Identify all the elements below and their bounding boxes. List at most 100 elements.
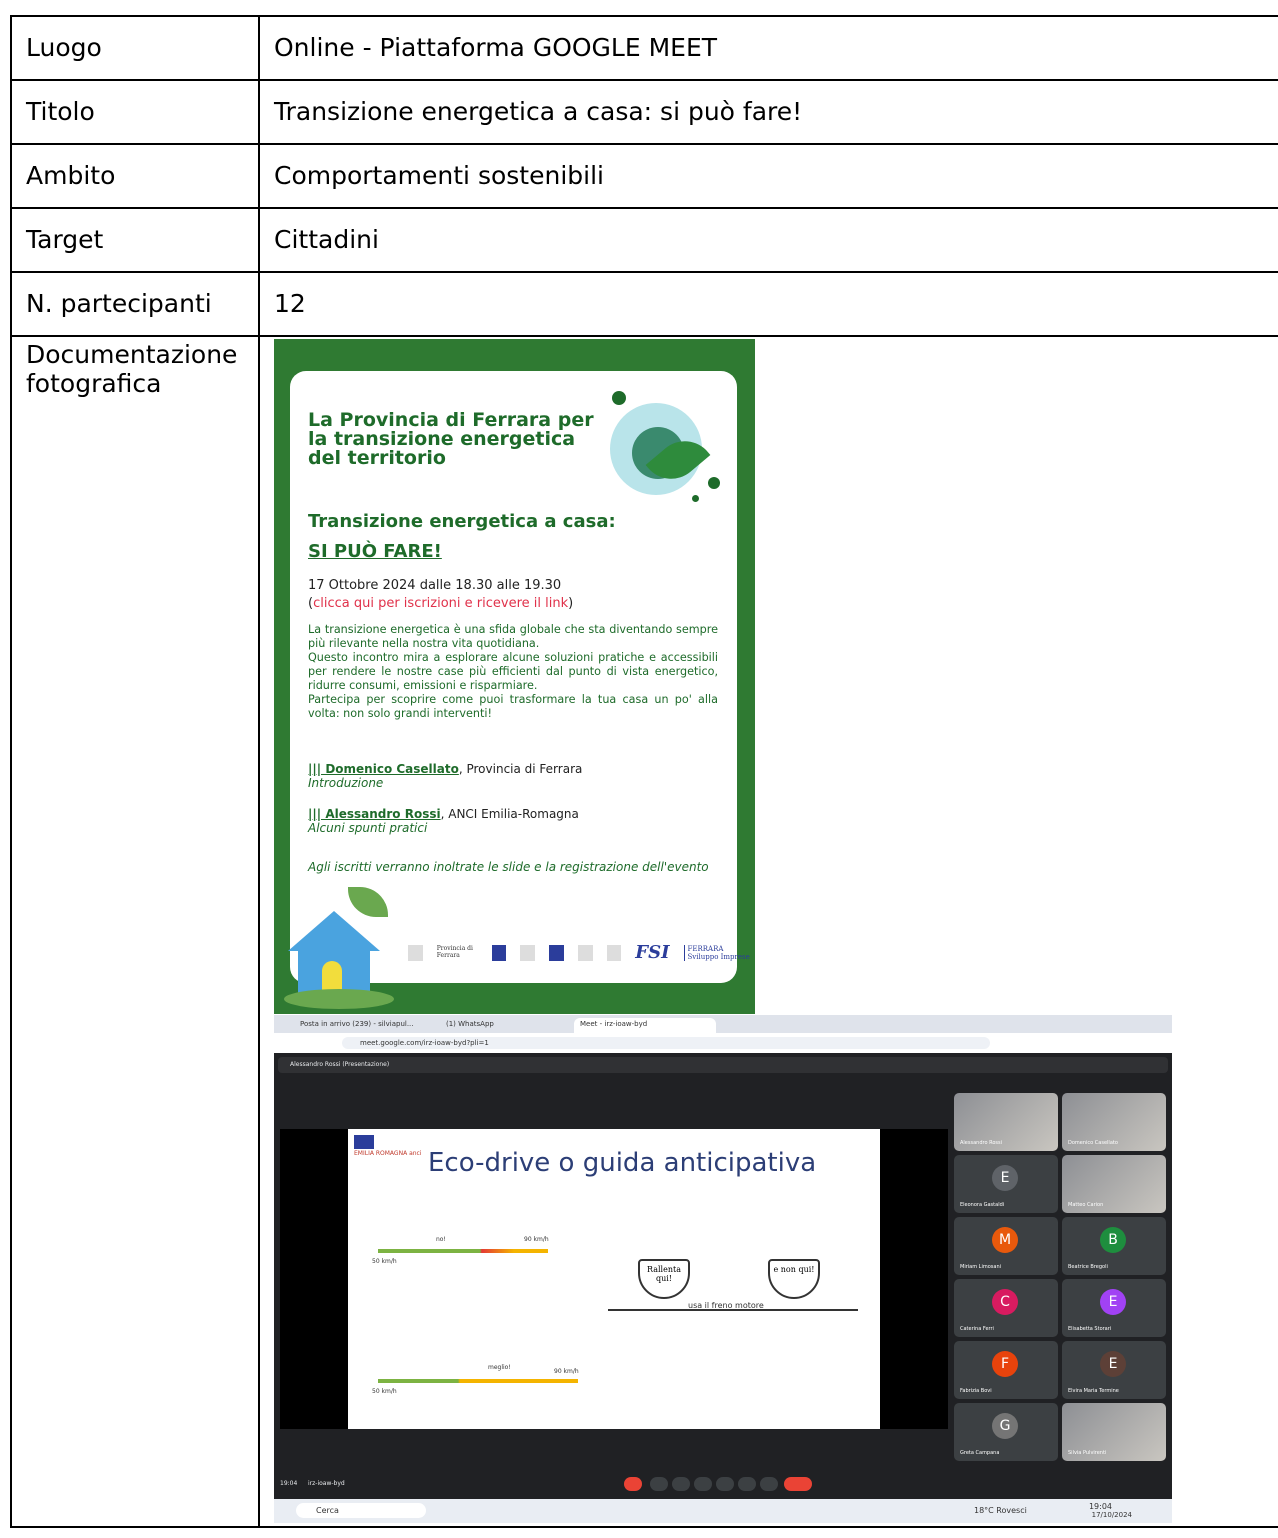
emoji-icon[interactable] [694, 1477, 712, 1491]
participant-name: Elvira Maria Termine [1068, 1388, 1119, 1395]
label-50b: 50 km/h [372, 1388, 397, 1395]
region-logo-icon [606, 945, 622, 962]
avatar: F [992, 1351, 1018, 1377]
participant-tile[interactable]: C Caterina Ferri [954, 1279, 1058, 1337]
sign-rallenta: Rallenta qui! [638, 1259, 690, 1299]
slide-title: Eco-drive o guida anticipativa [428, 1148, 817, 1178]
label-luogo: Luogo [10, 15, 260, 81]
slide: EMILIA ROMAGNA anci Eco-drive o guida an… [348, 1129, 880, 1429]
meeting-code: irz-ioaw-byd [308, 1480, 345, 1487]
participant-name: Elisabetta Storari [1068, 1326, 1112, 1333]
tab-whatsapp[interactable]: (1) WhatsApp [440, 1018, 500, 1033]
participant-name: Beatrice Bregoli [1068, 1264, 1108, 1271]
more-options-icon[interactable] [760, 1477, 778, 1491]
participant-name: Caterina Ferri [960, 1326, 994, 1333]
value-target: Cittadini [258, 207, 1278, 273]
avatar: C [992, 1289, 1018, 1315]
logo-fsi-text: FERRARA Sviluppo Imprese [683, 945, 755, 962]
speed-line-2 [378, 1379, 578, 1383]
label-90b: 90 km/h [554, 1368, 579, 1375]
row-titolo: Titolo Transizione energetica a casa: si… [10, 79, 1278, 145]
raise-hand-icon[interactable] [738, 1477, 756, 1491]
avatar: B [1100, 1227, 1126, 1253]
participant-tile[interactable]: Alessandro Rossi [954, 1093, 1058, 1151]
participant-tile[interactable]: B Beatrice Bregoli [1062, 1217, 1166, 1275]
value-luogo: Online - Piattaforma GOOGLE MEET [258, 15, 1278, 81]
row-documentazione: Documentazione fotografica La Provincia … [10, 335, 1278, 1528]
republic-emblem-icon [577, 945, 593, 962]
presentation-stage: EMILIA ROMAGNA anci Eco-drive o guida an… [280, 1129, 948, 1429]
participant-tile[interactable]: Matteo Carion [1062, 1155, 1166, 1213]
participant-name: Greta Campana [960, 1450, 1000, 1457]
partner-logos: Provincia di Ferrara FSI FERRARA Svilupp… [408, 942, 755, 964]
label-50a: 50 km/h [372, 1258, 397, 1265]
meet-time: 19:04 [280, 1480, 298, 1487]
value-titolo: Transizione energetica a casa: si può fa… [258, 79, 1278, 145]
speaker-2-org: , ANCI Emilia-Romagna [440, 807, 579, 821]
tab-gmail[interactable]: Posta in arrivo (239) - silviapul... [294, 1018, 420, 1033]
value-partecipanti: 12 [258, 271, 1278, 337]
flyer-body-2: Questo incontro mira a esplorare alcune … [308, 651, 718, 692]
decor-dot [612, 391, 626, 405]
slide-logo: EMILIA ROMAGNA anci [354, 1150, 422, 1157]
label-freno: usa il freno motore [688, 1301, 764, 1310]
camera-icon[interactable] [650, 1477, 668, 1491]
participant-name: Domenico Casellato [1068, 1140, 1118, 1147]
paren-close: ) [568, 596, 574, 611]
speed-line-1 [378, 1249, 548, 1253]
flyer-body-1: La transizione energetica è una sfida gl… [308, 623, 718, 650]
event-info-table: Luogo Online - Piattaforma GOOGLE MEET T… [10, 15, 1278, 1528]
mic-off-icon[interactable] [624, 1477, 642, 1491]
avatar: E [992, 1165, 1018, 1191]
url-input[interactable]: meet.google.com/irz-ioaw-byd?pli=1 [342, 1037, 990, 1049]
globe-icon [610, 403, 711, 495]
captions-icon[interactable] [672, 1477, 690, 1491]
label-ambito: Ambito [10, 143, 260, 209]
address-bar: meet.google.com/irz-ioaw-byd?pli=1 [274, 1033, 1172, 1053]
sign-non-qui: e non qui! [768, 1259, 820, 1299]
tab-meet[interactable]: Meet - irz-ioaw-byd [574, 1018, 716, 1033]
participant-tile[interactable]: Domenico Casellato [1062, 1093, 1166, 1151]
anci-logo-icon [491, 945, 507, 962]
participant-tile[interactable]: G Greta Campana [954, 1403, 1058, 1461]
row-partecipanti: N. partecipanti 12 [10, 271, 1278, 337]
present-icon[interactable] [716, 1477, 734, 1491]
house-icon [284, 887, 394, 1009]
row-luogo: Luogo Online - Piattaforma GOOGLE MEET [10, 15, 1278, 81]
avatar: M [992, 1227, 1018, 1253]
taskbar-search[interactable]: Cerca [296, 1503, 426, 1518]
row-target: Target Cittadini [10, 207, 1278, 273]
label-documentazione: Documentazione fotografica [10, 335, 260, 1528]
speaker-2-name: ||| Alessandro Rossi [308, 807, 441, 821]
speaker-1-org: , Provincia di Ferrara [458, 762, 583, 776]
participant-tile[interactable]: E Eleonora Gastaldi [954, 1155, 1058, 1213]
participant-name: Silvia Pulvirenti [1068, 1450, 1107, 1457]
avatar: E [1100, 1289, 1126, 1315]
speaker-1-name: ||| Domenico Casellato [308, 762, 459, 776]
speaker-1-role: Introduzione [308, 775, 384, 790]
participant-tile[interactable]: Silvia Pulvirenti [1062, 1403, 1166, 1461]
participant-tile[interactable]: E Elvira Maria Termine [1062, 1341, 1166, 1399]
clock-date: 17/10/2024 [1091, 1511, 1132, 1519]
participant-tile[interactable]: M Miriam Limosani [954, 1217, 1058, 1275]
label-no: no! [436, 1236, 446, 1243]
flyer-card: La Provincia di Ferrara per la transizio… [284, 371, 750, 1009]
weather: 18°C Rovesci [974, 1506, 1027, 1515]
speaker-2-role: Alcuni spunti pratici [308, 820, 428, 835]
participant-name: Matteo Carion [1068, 1202, 1104, 1209]
avatar: E [1100, 1351, 1126, 1377]
logo-fsi: FSI [635, 942, 670, 963]
flyer-headline: La Provincia di Ferrara per la transizio… [308, 409, 594, 469]
windows-taskbar: Cerca 18°C Rovesci 19:04 17/10/2024 [274, 1499, 1172, 1523]
speaker-1: ||| Domenico Casellato, Provincia di Fer… [308, 762, 583, 791]
flyer-subtitle-2: SI PUÒ FARE! [308, 541, 442, 562]
registration-link[interactable]: clicca qui per iscrizioni e ricevere il … [313, 596, 568, 611]
participant-tile[interactable]: F Fabrizia Bovi [954, 1341, 1058, 1399]
hang-up-icon[interactable] [784, 1477, 812, 1491]
label-90a: 90 km/h [524, 1236, 549, 1243]
clock-time: 19:04 [1088, 1502, 1112, 1511]
anci-logo-icon [354, 1135, 374, 1149]
label-partecipanti: N. partecipanti [10, 271, 260, 337]
participant-tile[interactable]: E Elisabetta Storari [1062, 1279, 1166, 1337]
eu-flag-icon [549, 945, 564, 962]
